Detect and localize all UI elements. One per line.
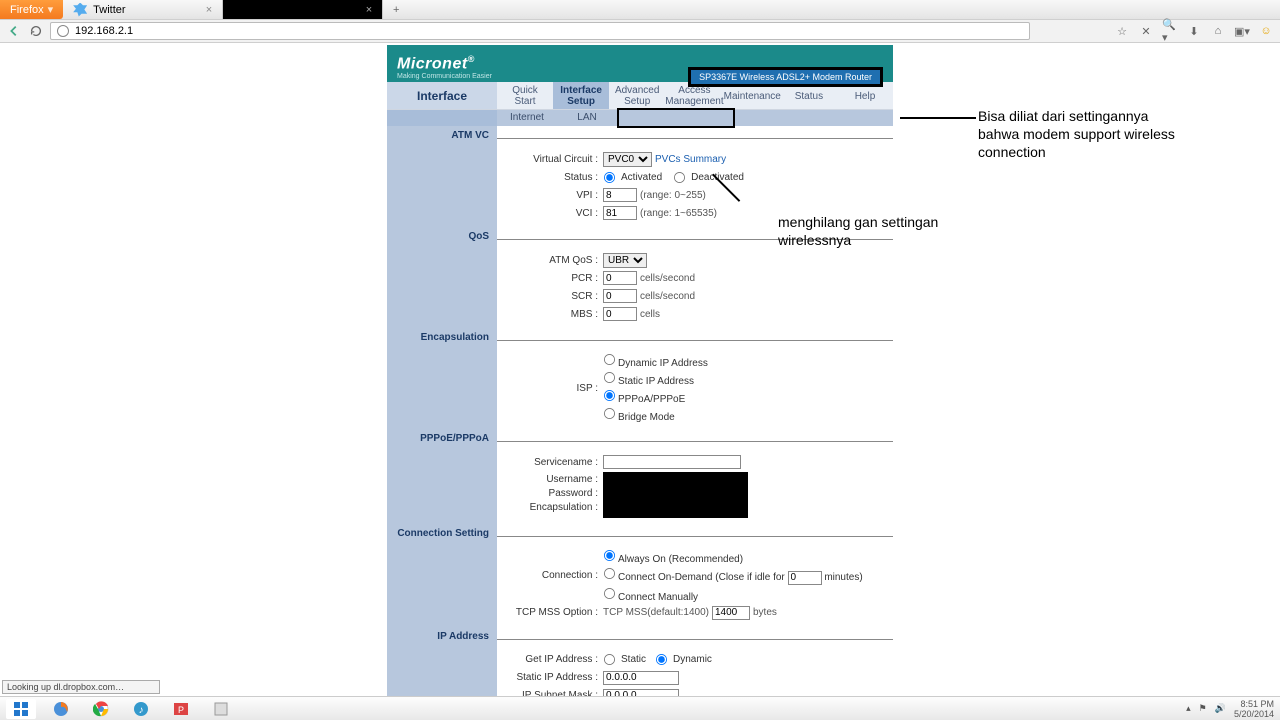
input-mbs[interactable] (603, 307, 637, 321)
status-bar: Looking up dl.dropbox.com… (2, 680, 160, 694)
label-connection: Connection : (505, 570, 603, 581)
back-icon[interactable] (6, 23, 22, 39)
stop-icon[interactable]: ✕ (1138, 23, 1154, 39)
url-text: 192.168.2.1 (75, 25, 133, 37)
taskbar: ♪ P ▴ ⚑ 🔊 8:51 PM 5/20/2014 (0, 696, 1280, 720)
label-username: Username : (505, 474, 598, 485)
subnav-wireless-missing (617, 108, 735, 128)
globe-icon (57, 25, 69, 37)
label-mbs: MBS : (505, 309, 603, 320)
input-pcr[interactable] (603, 271, 637, 285)
section-atm-vc: ATM VC (387, 126, 497, 145)
nav-quick-start[interactable]: QuickStart (497, 82, 553, 109)
subnav-lan[interactable]: LAN (557, 110, 617, 126)
link-pvcs-summary[interactable]: PVCs Summary (655, 154, 726, 165)
taskbar-chrome-icon[interactable] (86, 699, 116, 719)
tray-clock[interactable]: 8:51 PM 5/20/2014 (1234, 699, 1274, 719)
annotation-1: Bisa diliat dari settingannya bahwa mode… (978, 107, 1178, 161)
section-connection-setting: Connection Setting (387, 524, 497, 543)
taskbar-app-icon[interactable] (206, 699, 236, 719)
start-button[interactable] (6, 699, 36, 719)
input-vci[interactable] (603, 206, 637, 220)
label-isp: ISP : (505, 383, 603, 394)
tray-volume-icon[interactable]: 🔊 (1215, 703, 1226, 714)
url-input[interactable]: 192.168.2.1 (50, 22, 1030, 40)
label-virtual-circuit: Virtual Circuit : (505, 154, 603, 165)
model-badge: SP3367E Wireless ADSL2+ Modem Router (688, 67, 883, 87)
smiley-icon[interactable]: ☺ (1258, 23, 1274, 39)
radio-static-ip[interactable] (604, 372, 615, 383)
reload-icon[interactable] (28, 23, 44, 39)
input-static-ip[interactable] (603, 671, 679, 685)
select-atm-qos[interactable]: UBR (603, 253, 647, 268)
label-encapsulation: Encapsulation : (505, 502, 598, 513)
brand-tagline: Making Communication Easier (397, 73, 492, 80)
label-status: Status : (505, 172, 603, 183)
input-tcp-mss[interactable] (712, 606, 750, 620)
tab-label: Twitter (93, 4, 125, 16)
section-ip-address: IP Address (387, 627, 497, 646)
tray-flag-icon[interactable]: ⚑ (1199, 703, 1207, 714)
new-tab-button[interactable]: + (383, 0, 409, 19)
redacted-credentials (603, 472, 748, 518)
radio-activated[interactable] (604, 171, 615, 182)
tray-up-icon[interactable]: ▴ (1186, 703, 1191, 714)
input-subnet-mask[interactable] (603, 689, 679, 697)
radio-dynamic-ip[interactable] (604, 354, 615, 365)
annotation-2: menghilang gan settingan wirelessnya (778, 213, 978, 249)
radio-on-demand[interactable] (604, 568, 615, 579)
label-atm-qos: ATM QoS : (505, 255, 603, 266)
star-icon[interactable]: ☆ (1114, 23, 1130, 39)
svg-text:♪: ♪ (139, 705, 144, 716)
radio-deactivated[interactable] (674, 171, 685, 182)
taskbar-itunes-icon[interactable]: ♪ (126, 699, 156, 719)
router-header: Micronet® Making Communication Easier SP… (387, 45, 893, 82)
label-static-ip: Static IP Address : (505, 672, 603, 683)
label-tcp-mss: TCP MSS Option : (505, 607, 603, 618)
brand-logo: Micronet® (397, 54, 475, 73)
radio-dynamic[interactable] (656, 654, 667, 665)
subnav-internet[interactable]: Internet (497, 110, 557, 126)
nav-advanced-setup[interactable]: AdvancedSetup (609, 82, 665, 109)
firefox-menu-button[interactable]: Firefox (0, 0, 63, 19)
section-encapsulation: Encapsulation (387, 328, 497, 347)
section-pppoe-pppoa: PPPoE/PPPoA (387, 429, 497, 448)
home-icon[interactable]: ⌂ (1210, 23, 1226, 39)
radio-connect-manually[interactable] (604, 587, 615, 598)
close-icon[interactable]: × (366, 4, 372, 16)
svg-text:P: P (178, 705, 184, 715)
input-idle-minutes[interactable] (788, 571, 822, 585)
input-vpi[interactable] (603, 188, 637, 202)
radio-static[interactable] (604, 654, 615, 665)
input-scr[interactable] (603, 289, 637, 303)
label-password: Password : (505, 488, 598, 499)
tab-twitter[interactable]: Twitter × (63, 0, 223, 19)
sub-nav: Internet LAN (387, 110, 893, 126)
label-vci: VCI : (505, 208, 603, 219)
label-scr: SCR : (505, 291, 603, 302)
bookmark-menu-icon[interactable]: ▣▾ (1234, 23, 1250, 39)
close-icon[interactable]: × (206, 4, 212, 16)
radio-always-on[interactable] (604, 550, 615, 561)
firefox-label: Firefox (10, 4, 44, 16)
label-servicename: Servicename : (505, 457, 603, 468)
twitter-icon (73, 3, 87, 17)
radio-bridge-mode[interactable] (604, 408, 615, 419)
taskbar-powerpoint-icon[interactable]: P (166, 699, 196, 719)
radio-pppoa-pppoe[interactable] (604, 390, 615, 401)
annotation-line-1 (900, 117, 976, 119)
page-title: Interface (387, 82, 497, 109)
section-qos: QoS (387, 227, 497, 246)
nav-interface-setup[interactable]: InterfaceSetup (553, 82, 609, 109)
label-vpi: VPI : (505, 190, 603, 201)
select-virtual-circuit[interactable]: PVC0 (603, 152, 652, 167)
tab-redacted[interactable]: × (223, 0, 383, 19)
download-icon[interactable]: ⬇ (1186, 23, 1202, 39)
search-icon[interactable]: 🔍▾ (1162, 23, 1178, 39)
input-servicename[interactable] (603, 455, 741, 469)
label-get-ip: Get IP Address : (505, 654, 603, 665)
label-pcr: PCR : (505, 273, 603, 284)
taskbar-firefox-icon[interactable] (46, 699, 76, 719)
